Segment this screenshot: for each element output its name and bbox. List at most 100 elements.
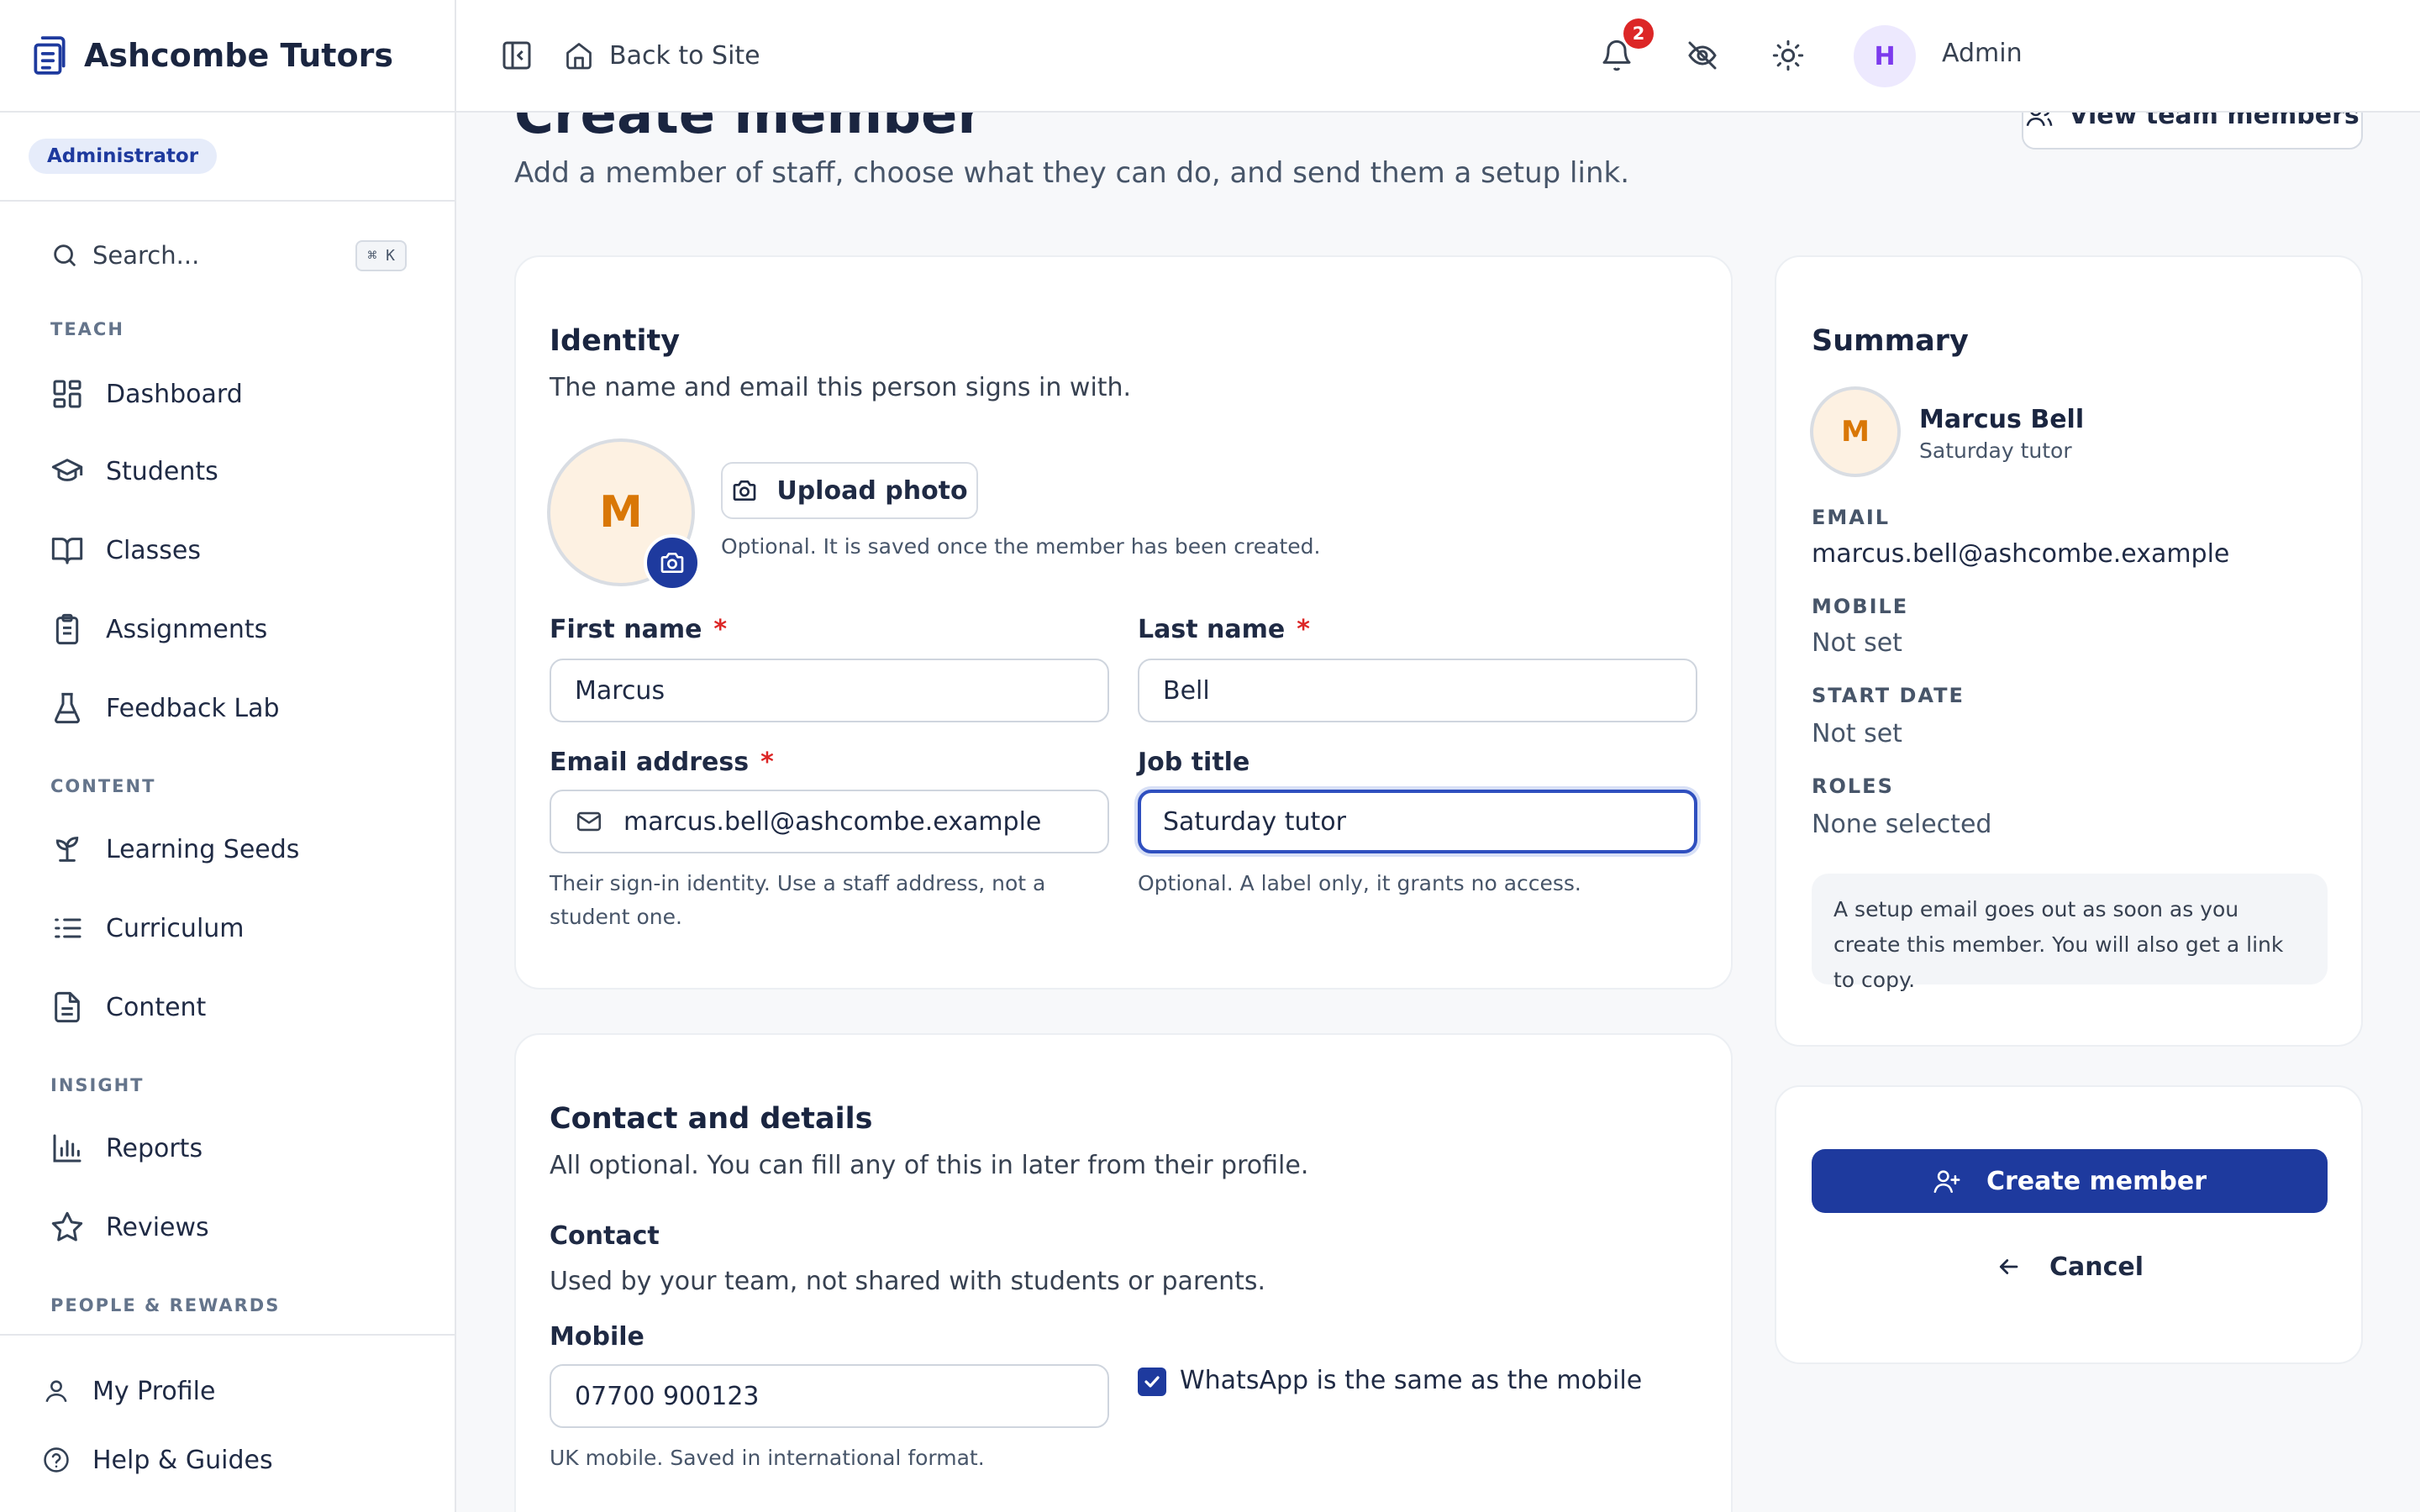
check-icon [1144, 1376, 1160, 1388]
section-heading-insight: INSIGHT [50, 1075, 145, 1095]
job-title-input[interactable]: Saturday tutor [1138, 790, 1697, 853]
identity-description: The name and email this person signs in … [550, 373, 1132, 402]
email-input-value: marcus.bell@ashcombe.example [623, 806, 1042, 837]
arrow-left-icon [1999, 1259, 2018, 1274]
top-bar: Back to Site Admin [456, 0, 2420, 113]
contact-subtitle: Contact [550, 1221, 660, 1251]
sidebar-collapse-icon[interactable] [500, 39, 534, 72]
actions-card [1775, 1085, 2363, 1364]
file-text-icon [55, 991, 80, 1023]
search-label: Search... [92, 241, 200, 270]
sidebar-item-reports[interactable]: Reports [50, 1127, 203, 1169]
eye-off-icon[interactable] [1686, 39, 1719, 72]
required-asterisk: * [713, 615, 728, 644]
role-badge: Administrator [29, 139, 218, 174]
identity-title: Identity [550, 324, 681, 358]
sidebar-item-curriculum[interactable]: Curriculum [50, 907, 245, 949]
cancel-label: Cancel [2049, 1252, 2144, 1282]
avatar-camera-button[interactable] [644, 534, 701, 591]
sidebar: Ashcombe Tutors Administrator Search... … [0, 0, 456, 1512]
contact-description: All optional. You can fill any of this i… [550, 1151, 1309, 1180]
sidebar-item-label: My Profile [92, 1376, 216, 1406]
sidebar-search[interactable]: Search... ⌘ K [50, 235, 407, 276]
mobile-label: Mobile [550, 1322, 644, 1352]
create-member-label: Create member [1986, 1166, 2207, 1196]
sidebar-item-label: Reviews [106, 1212, 209, 1242]
job-title-label: Job title [1138, 748, 1250, 777]
section-heading-content: CONTENT [50, 776, 156, 796]
required-asterisk: * [1297, 615, 1310, 644]
upload-photo-label: Upload photo [776, 475, 968, 506]
sidebar-item-label: Dashboard [106, 379, 243, 409]
page-subtitle: Add a member of staff, choose what they … [514, 156, 1629, 190]
summary-avatar: M [1810, 386, 1901, 477]
help-circle-icon [44, 1447, 69, 1473]
sidebar-item-label: Classes [106, 535, 202, 565]
sidebar-item-my-profile[interactable]: My Profile [42, 1371, 215, 1411]
first-name-label: First name * [550, 615, 727, 644]
role-row: Administrator [0, 113, 455, 202]
last-name-input[interactable]: Bell [1138, 659, 1697, 722]
required-asterisk: * [760, 748, 774, 777]
back-to-site-label: Back to Site [609, 40, 760, 71]
camera-icon [660, 553, 684, 573]
email-hint: Their sign-in identity. Use a staff addr… [550, 871, 1046, 929]
sun-icon[interactable] [1771, 39, 1805, 72]
whatsapp-checkbox-label[interactable]: WhatsApp is the same as the mobile [1180, 1366, 1642, 1395]
sidebar-item-learning-seeds[interactable]: Learning Seeds [50, 828, 299, 870]
last-name-label-text: Last name [1138, 615, 1286, 644]
summary-email-value: marcus.bell@ashcombe.example [1812, 539, 2230, 569]
mobile-hint: UK mobile. Saved in international format… [550, 1446, 985, 1470]
summary-start-date-value: Not set [1812, 719, 1902, 748]
flask-icon [55, 692, 80, 724]
sidebar-footer [0, 1334, 455, 1336]
user-icon [45, 1380, 67, 1403]
email-input[interactable]: marcus.bell@ashcombe.example [550, 790, 1109, 853]
section-heading-people-rewards: PEOPLE & REWARDS [50, 1295, 281, 1315]
book-open-icon [51, 538, 83, 564]
search-icon [54, 244, 76, 266]
sidebar-item-label: Feedback Lab [106, 693, 280, 723]
sidebar-item-label: Reports [106, 1133, 203, 1163]
sidebar-item-label: Students [106, 456, 218, 486]
section-heading-teach: TEACH [50, 319, 124, 339]
user-role-label[interactable]: Admin [1942, 39, 2023, 68]
sidebar-item-classes[interactable]: Classes [50, 529, 201, 571]
sidebar-item-students[interactable]: Students [50, 450, 218, 492]
cancel-button[interactable]: Cancel [1812, 1236, 2328, 1297]
user-plus-icon [1933, 1170, 1960, 1194]
search-shortcut: ⌘ K [355, 239, 407, 271]
clipboard-list-icon [55, 613, 79, 645]
sidebar-item-assignments[interactable]: Assignments [50, 608, 267, 650]
contact-sub-description: Used by your team, not shared with stude… [550, 1267, 1266, 1296]
summary-mobile-value: Not set [1812, 628, 1902, 658]
first-name-input[interactable]: Marcus [550, 659, 1109, 722]
summary-email-key: EMAIL [1812, 506, 1891, 529]
sidebar-item-label: Help & Guides [92, 1445, 273, 1475]
user-avatar[interactable]: H [1854, 25, 1916, 87]
brand[interactable]: Ashcombe Tutors [0, 0, 455, 113]
upload-photo-button[interactable]: Upload photo [721, 462, 978, 519]
summary-start-date-key: START DATE [1812, 684, 1965, 707]
sidebar-item-label: Assignments [106, 614, 268, 644]
summary-role: Saturday tutor [1919, 438, 2072, 463]
last-name-label: Last name * [1138, 615, 1310, 644]
sidebar-item-help-guides[interactable]: Help & Guides [42, 1440, 273, 1480]
sidebar-item-label: Learning Seeds [106, 834, 300, 864]
summary-mobile-key: MOBILE [1812, 595, 1909, 618]
sidebar-item-label: Content [106, 992, 207, 1022]
back-to-site-link[interactable]: Back to Site [564, 34, 760, 77]
graduation-cap-icon [51, 459, 83, 481]
sidebar-item-content[interactable]: Content [50, 986, 206, 1028]
sidebar-item-dashboard[interactable]: Dashboard [50, 373, 243, 415]
whatsapp-checkbox[interactable] [1138, 1368, 1166, 1396]
bar-chart-icon [53, 1134, 82, 1163]
mobile-input[interactable]: 07700 900123 [550, 1364, 1109, 1428]
email-label: Email address * [550, 748, 774, 777]
contact-title: Contact and details [550, 1102, 873, 1136]
create-member-button[interactable]: Create member [1812, 1149, 2328, 1213]
sidebar-item-reviews[interactable]: Reviews [50, 1206, 209, 1248]
upload-photo-hint: Optional. It is saved once the member ha… [721, 534, 1321, 559]
summary-note: A setup email goes out as soon as you cr… [1812, 874, 2328, 992]
sidebar-item-feedback-lab[interactable]: Feedback Lab [50, 687, 280, 729]
